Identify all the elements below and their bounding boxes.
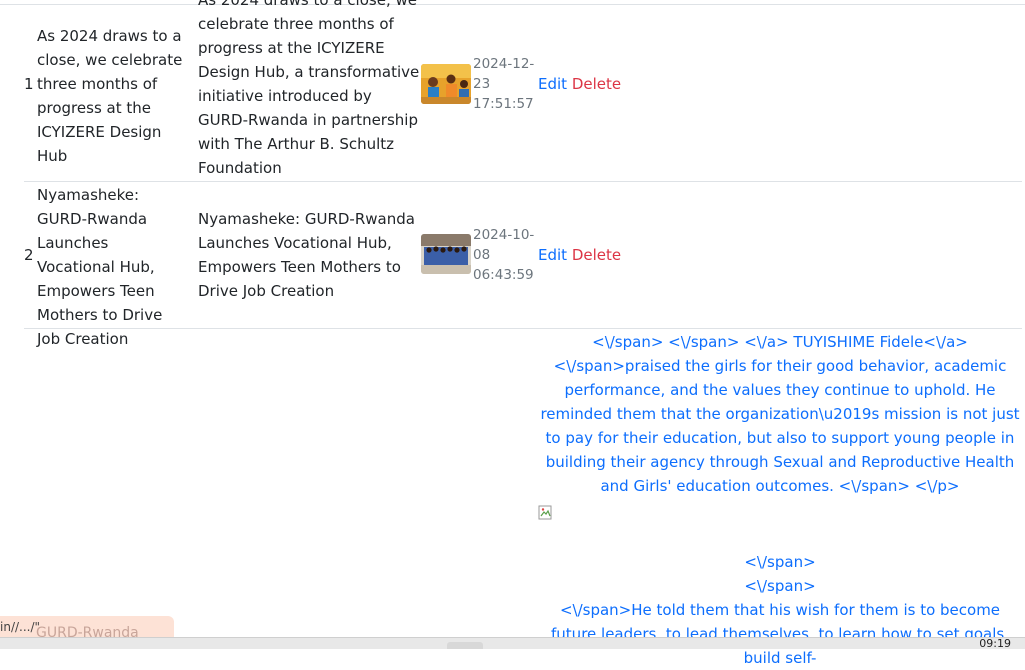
- edit-link[interactable]: Edit: [538, 75, 567, 93]
- delete-link[interactable]: Delete: [572, 246, 621, 264]
- raw-html-paragraph: <\/span>He told them that his wish for t…: [551, 601, 1009, 667]
- post-title: As 2024 draws to a close, we celebrate t…: [37, 27, 183, 165]
- taskbar: 09:19: [0, 637, 1025, 649]
- post-thumbnail[interactable]: [421, 234, 471, 274]
- raw-html-line: <\/span>: [744, 577, 816, 595]
- post-date: 2024-10-08 06:43:59: [473, 227, 535, 283]
- post-thumbnail[interactable]: [421, 64, 471, 104]
- broken-image-icon: [538, 504, 554, 520]
- row-actions: Edit Delete: [538, 72, 621, 96]
- row-index: 2: [24, 246, 34, 264]
- thumbnail-image: [421, 64, 471, 104]
- status-url: in//.../": [0, 620, 41, 634]
- thumbnail-image: [421, 234, 471, 274]
- delete-link[interactable]: Delete: [572, 75, 621, 93]
- post-description: Nyamasheke: GURD-Rwanda Launches Vocatio…: [198, 210, 415, 300]
- post-description: As 2024 draws to a close, we celebrate t…: [198, 0, 420, 177]
- table-row: 2 Nyamasheke: GURD-Rwanda Launches Vocat…: [24, 182, 1022, 348]
- row-actions: Edit Delete: [538, 243, 621, 267]
- edit-link[interactable]: Edit: [538, 246, 567, 264]
- post-date: 2024-12-23 17:51:57: [473, 56, 535, 112]
- row-index: 1: [24, 75, 34, 93]
- table-row: 1 As 2024 draws to a close, we celebrate…: [24, 0, 1022, 182]
- post-description-clip: As 2024 draws to a close, we celebrate t…: [198, 0, 420, 181]
- post-title: Nyamasheke: GURD-Rwanda Launches Vocatio…: [37, 186, 163, 348]
- raw-html-paragraph: <\/span> <\/span> <\/a> TUYISHIME Fidele…: [540, 333, 1020, 495]
- raw-html-content: <\/span> <\/span> <\/a> TUYISHIME Fidele…: [538, 330, 1022, 670]
- raw-html-line: <\/span>: [744, 553, 816, 571]
